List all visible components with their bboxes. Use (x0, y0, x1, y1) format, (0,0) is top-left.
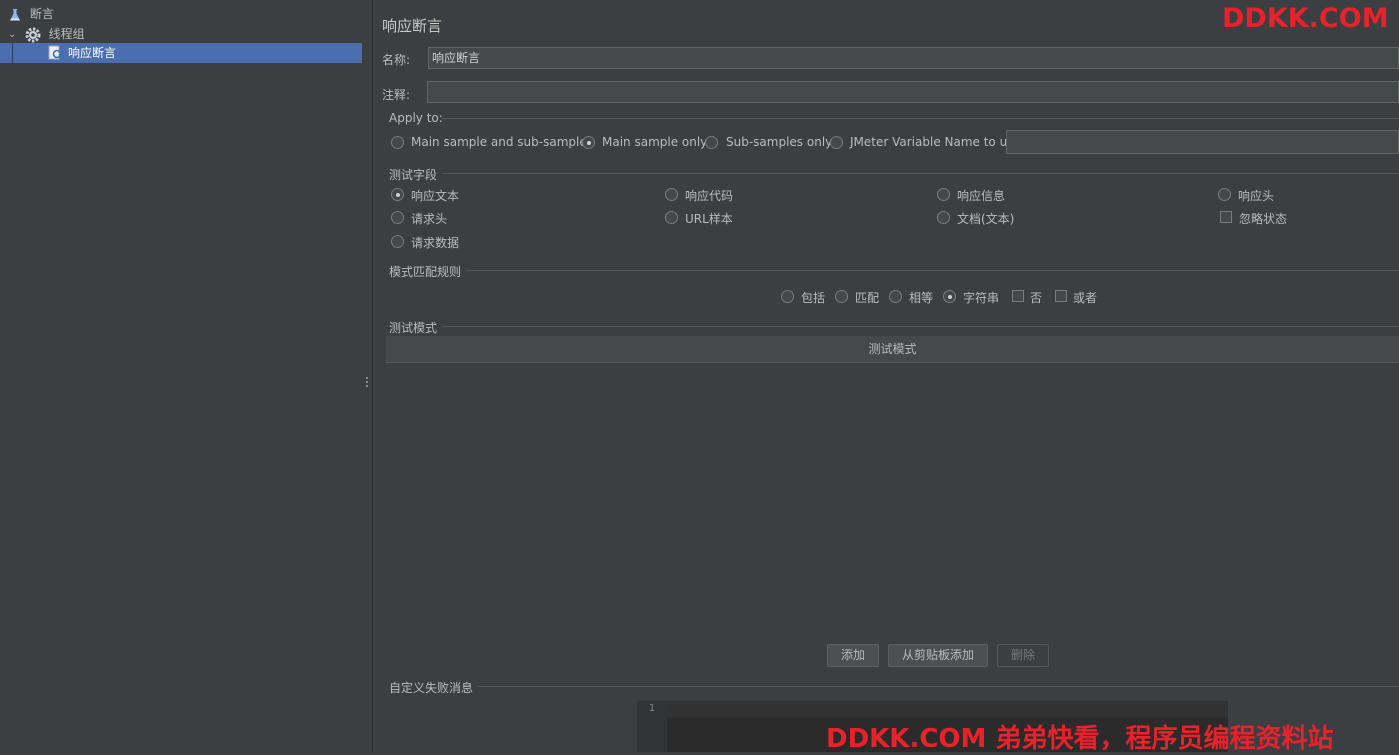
field-request-data-radio[interactable] (391, 235, 404, 248)
ignore-status-checkbox[interactable] (1220, 211, 1232, 223)
field-response-code-label: 响应代码 (685, 189, 734, 203)
rule-matches-radio[interactable] (835, 290, 848, 303)
ignore-status-label: 忽略状态 (1239, 212, 1288, 226)
field-response-message-label: 响应信息 (957, 189, 1006, 203)
watermark-top: DDKK.COM (1222, 3, 1389, 34)
flask-icon (10, 8, 20, 20)
field-document-radio[interactable] (937, 211, 950, 224)
apply-main-only-radio[interactable] (582, 136, 595, 149)
variable-name-input[interactable] (1006, 130, 1399, 154)
tree-item-label: 断言 (29, 7, 54, 21)
add-button[interactable]: 添加 (827, 644, 879, 667)
name-label: 名称: (382, 53, 411, 67)
patterns-table-header[interactable]: 测试模式 (386, 336, 1399, 363)
patterns-table[interactable]: 测试模式 (386, 336, 1399, 636)
field-response-headers-radio[interactable] (1218, 188, 1231, 201)
field-response-text-label: 响应文本 (411, 189, 460, 203)
comment-label: 注释: (382, 88, 411, 102)
field-request-headers-radio[interactable] (391, 211, 404, 224)
rule-not-checkbox[interactable] (1012, 290, 1024, 302)
test-patterns-label: 测试模式 (389, 321, 438, 335)
field-response-code-radio[interactable] (665, 188, 678, 201)
assertion-panel: 响应断言 名称: 响应断言 注释: Apply to: Main sample … (372, 0, 1399, 752)
rule-matches-label: 匹配 (855, 291, 880, 305)
apply-variable-label: JMeter Variable Name to use (850, 135, 1021, 149)
field-response-message-radio[interactable] (937, 188, 950, 201)
rule-or-checkbox[interactable] (1055, 290, 1067, 302)
apply-sub-only-label: Sub-samples only (726, 135, 833, 149)
add-from-clipboard-button[interactable]: 从剪贴板添加 (888, 644, 988, 667)
field-request-headers-label: 请求头 (411, 212, 448, 226)
field-request-data-label: 请求数据 (411, 236, 460, 250)
name-field[interactable]: 响应断言 (428, 47, 1399, 69)
test-field-label: 测试字段 (389, 168, 438, 182)
delete-button[interactable]: 删除 (997, 644, 1049, 667)
panel-title: 响应断言 (382, 17, 443, 35)
pattern-rules-label: 模式匹配规则 (389, 265, 462, 279)
line-number: 1 (637, 701, 667, 752)
apply-variable-radio[interactable] (830, 136, 843, 149)
rule-substring-label: 字符串 (963, 291, 1000, 305)
apply-to-label: Apply to: (389, 111, 443, 125)
tree-item-label: 线程组 (48, 27, 85, 41)
magnifier-icon (48, 45, 64, 61)
tree-item-assertions[interactable]: 断言 (8, 4, 54, 24)
tree-panel: 断言 ⌄ 线程组 响应断言 (0, 0, 363, 752)
apply-main-and-sub-radio[interactable] (391, 136, 404, 149)
tree-item-thread-group[interactable]: ⌄ 线程组 (8, 24, 85, 44)
rule-substring-radio[interactable] (943, 290, 956, 303)
rule-equals-label: 相等 (909, 291, 934, 305)
field-response-text-radio[interactable] (391, 188, 404, 201)
apply-main-and-sub-label: Main sample and sub-samples (411, 135, 593, 149)
tree-item-label: 响应断言 (68, 46, 117, 60)
rule-contains-radio[interactable] (781, 290, 794, 303)
field-url-radio[interactable] (665, 211, 678, 224)
custom-fail-label: 自定义失败消息 (389, 681, 474, 695)
rule-not-label: 否 (1030, 291, 1043, 305)
apply-sub-only-radio[interactable] (705, 136, 718, 149)
watermark-bottom: DDKK.COM 弟弟快看，程序员编程资料站 (826, 724, 1334, 754)
field-url-label: URL样本 (685, 212, 733, 226)
field-response-headers-label: 响应头 (1238, 189, 1275, 203)
rule-equals-radio[interactable] (889, 290, 902, 303)
chevron-down-icon[interactable]: ⌄ (8, 25, 20, 45)
apply-main-only-label: Main sample only (602, 135, 708, 149)
comment-field[interactable] (427, 81, 1399, 103)
gear-icon (25, 27, 41, 42)
rule-contains-label: 包括 (801, 291, 826, 305)
tree-item-response-assertion[interactable]: 响应断言 (0, 43, 362, 63)
rule-or-label: 或者 (1073, 291, 1098, 305)
field-document-label: 文档(文本) (957, 212, 1015, 226)
